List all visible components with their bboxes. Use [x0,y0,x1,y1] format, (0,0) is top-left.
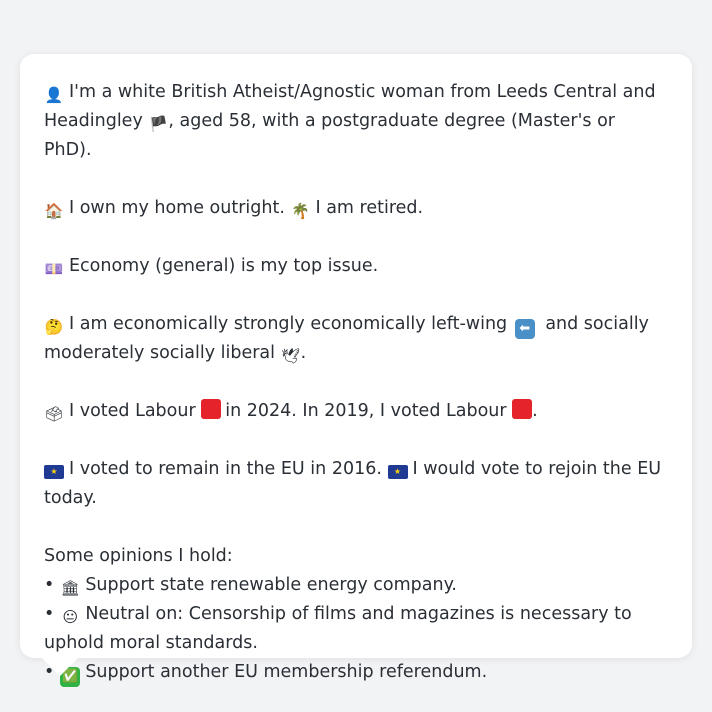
eu-flag-icon-2: ★ [387,465,408,479]
eu-flag-icon: ★ [44,465,64,479]
opinions-header: Some opinions I hold: [44,546,233,566]
vote-history-line: 🗳 I voted Labour in 2024. In 2019, I vote… [44,397,668,426]
neutral-face-icon: 😐 [62,608,79,626]
top-issue-text: Economy (general) is my top issue. [69,256,379,276]
opinion-item: • 😐 Neutral on: Censorship of films and ma… [44,600,668,658]
political-text-a: I am economically strongly economically … [69,314,508,334]
opinion-text: Neutral on: Censorship of films and maga… [44,604,632,653]
home-line: 🏠 I own my home outright. 🌴 I am retired. [44,194,668,223]
house-icon: 🏠 [44,202,64,220]
person-icon: 👤 [44,86,64,104]
england-flag-icon: 🏴 [149,115,168,133]
eu-text-a: I voted to remain in the EU in 2016. [69,459,382,479]
opinion-item: • ✅ Support another EU membership referend… [44,658,668,687]
thinking-face-icon: 🤔 [44,318,64,336]
bullet: • [44,575,55,595]
dove-icon: 🕊 [281,347,301,365]
top-issue-line: 💷 Economy (general) is my top issue. [44,252,668,281]
eu-line: ★ I voted to remain in the EU in 2016. ★ I… [44,455,668,513]
political-leaning-line: 🤔 I am economically strongly economically… [44,310,668,368]
vote-text-c: . [532,401,538,421]
retired-text: I am retired. [315,198,424,218]
vote-text-a: I voted Labour [69,401,196,421]
bullet: • [44,604,55,624]
political-text-c: . [300,343,307,363]
left-arrow-icon: ⬅ [514,319,535,339]
ballot-box-icon: 🗳 [44,405,64,423]
labour-red-square-icon-2 [512,399,533,419]
money-icon: 💷 [44,260,64,278]
bubble-tail [40,656,80,676]
vote-text-b: in 2024. In 2019, I voted Labour [225,401,507,421]
home-text: I own my home outright. [69,198,285,218]
opinion-text: Support another EU membership referendum… [85,662,488,682]
opinion-text: Support state renewable energy company. [85,575,457,595]
classical-building-icon: 🏛 [60,579,80,597]
labour-red-square-icon [201,399,222,419]
opinion-item: • 🏛 Support state renewable energy company… [44,571,668,600]
message-bubble: 👤 I'm a white British Atheist/Agnostic wo… [20,54,692,687]
identity-line: 👤 I'm a white British Atheist/Agnostic wo… [44,78,668,165]
palm-tree-icon: 🌴 [291,202,310,220]
